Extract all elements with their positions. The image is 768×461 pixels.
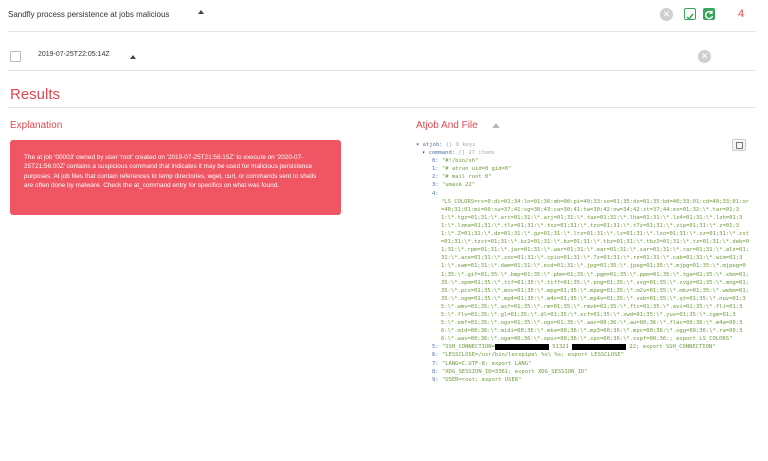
top-toolbar: Sandfly process persistence at jobs mali… <box>0 0 768 30</box>
divider <box>8 70 756 71</box>
tree-item: 0: "#!/bin/sh" <box>432 158 479 165</box>
redacted-ip <box>494 343 549 350</box>
tree-item: 3: "umask 22" <box>432 182 476 189</box>
json-tree: ▾ atjob: {} 9 keys ▾ command: [] 27 item… <box>416 141 749 384</box>
divider <box>8 107 756 108</box>
tree-item: 4: <box>432 190 439 197</box>
tree-item: 7: "LANG=C.UTF-8; export LANG" <box>432 360 532 367</box>
atjob-heading: Atjob And File <box>416 120 478 131</box>
tree-item: 1: "# atrun uid=0 gid=0" <box>432 166 512 173</box>
result-row: 2019-07-25T22:05:14Z ✕ <box>0 44 768 68</box>
ls-colors-value: "LS_COLORS=rs=0:di=01;34:ln=01;36:mh=00:… <box>441 198 749 343</box>
tree-command[interactable]: ▾ command: [] 27 items <box>416 149 746 157</box>
row-timestamp: 2019-07-25T22:05:14Z <box>38 51 110 58</box>
caret-up-icon[interactable] <box>198 10 204 14</box>
row-checkbox[interactable] <box>10 51 21 62</box>
rule-select[interactable]: Sandfly process persistence at jobs mali… <box>8 4 208 24</box>
redacted-ip <box>572 343 627 350</box>
divider <box>8 31 756 32</box>
explanation-text: The at job '00003' owned by user 'root' … <box>24 154 317 190</box>
caret-up-icon[interactable] <box>130 55 136 59</box>
tree-item: 9: "USER=root; export USER" <box>432 376 522 383</box>
explanation-alert: The at job '00003' owned by user 'root' … <box>10 140 341 215</box>
rule-select-value: Sandfly process persistence at jobs mali… <box>8 9 170 19</box>
close-circle-icon[interactable]: ✕ <box>660 8 673 21</box>
caret-up-icon[interactable] <box>492 123 500 128</box>
close-circle-icon[interactable]: ✕ <box>698 50 711 63</box>
result-count: 4 <box>738 8 745 20</box>
tree-item: 8: "XDG_SESSION_ID=3361; export XDG_SESS… <box>432 368 588 375</box>
results-heading: Results <box>10 86 61 103</box>
explanation-heading: Explanation <box>10 120 63 131</box>
tree-root[interactable]: ▾ atjob: {} 9 keys <box>416 141 746 149</box>
tree-item: 6: "LESSCLOSE=/usr/bin/lesspipe\ %s\ %s;… <box>432 352 625 359</box>
refresh-icon[interactable] <box>703 8 715 20</box>
tree-item: 5: "SSH_CONNECTION= 51321 22; export SSH… <box>432 343 716 351</box>
checklist-icon[interactable] <box>684 8 696 21</box>
tree-item: 2: "# mail root 0" <box>432 174 492 181</box>
